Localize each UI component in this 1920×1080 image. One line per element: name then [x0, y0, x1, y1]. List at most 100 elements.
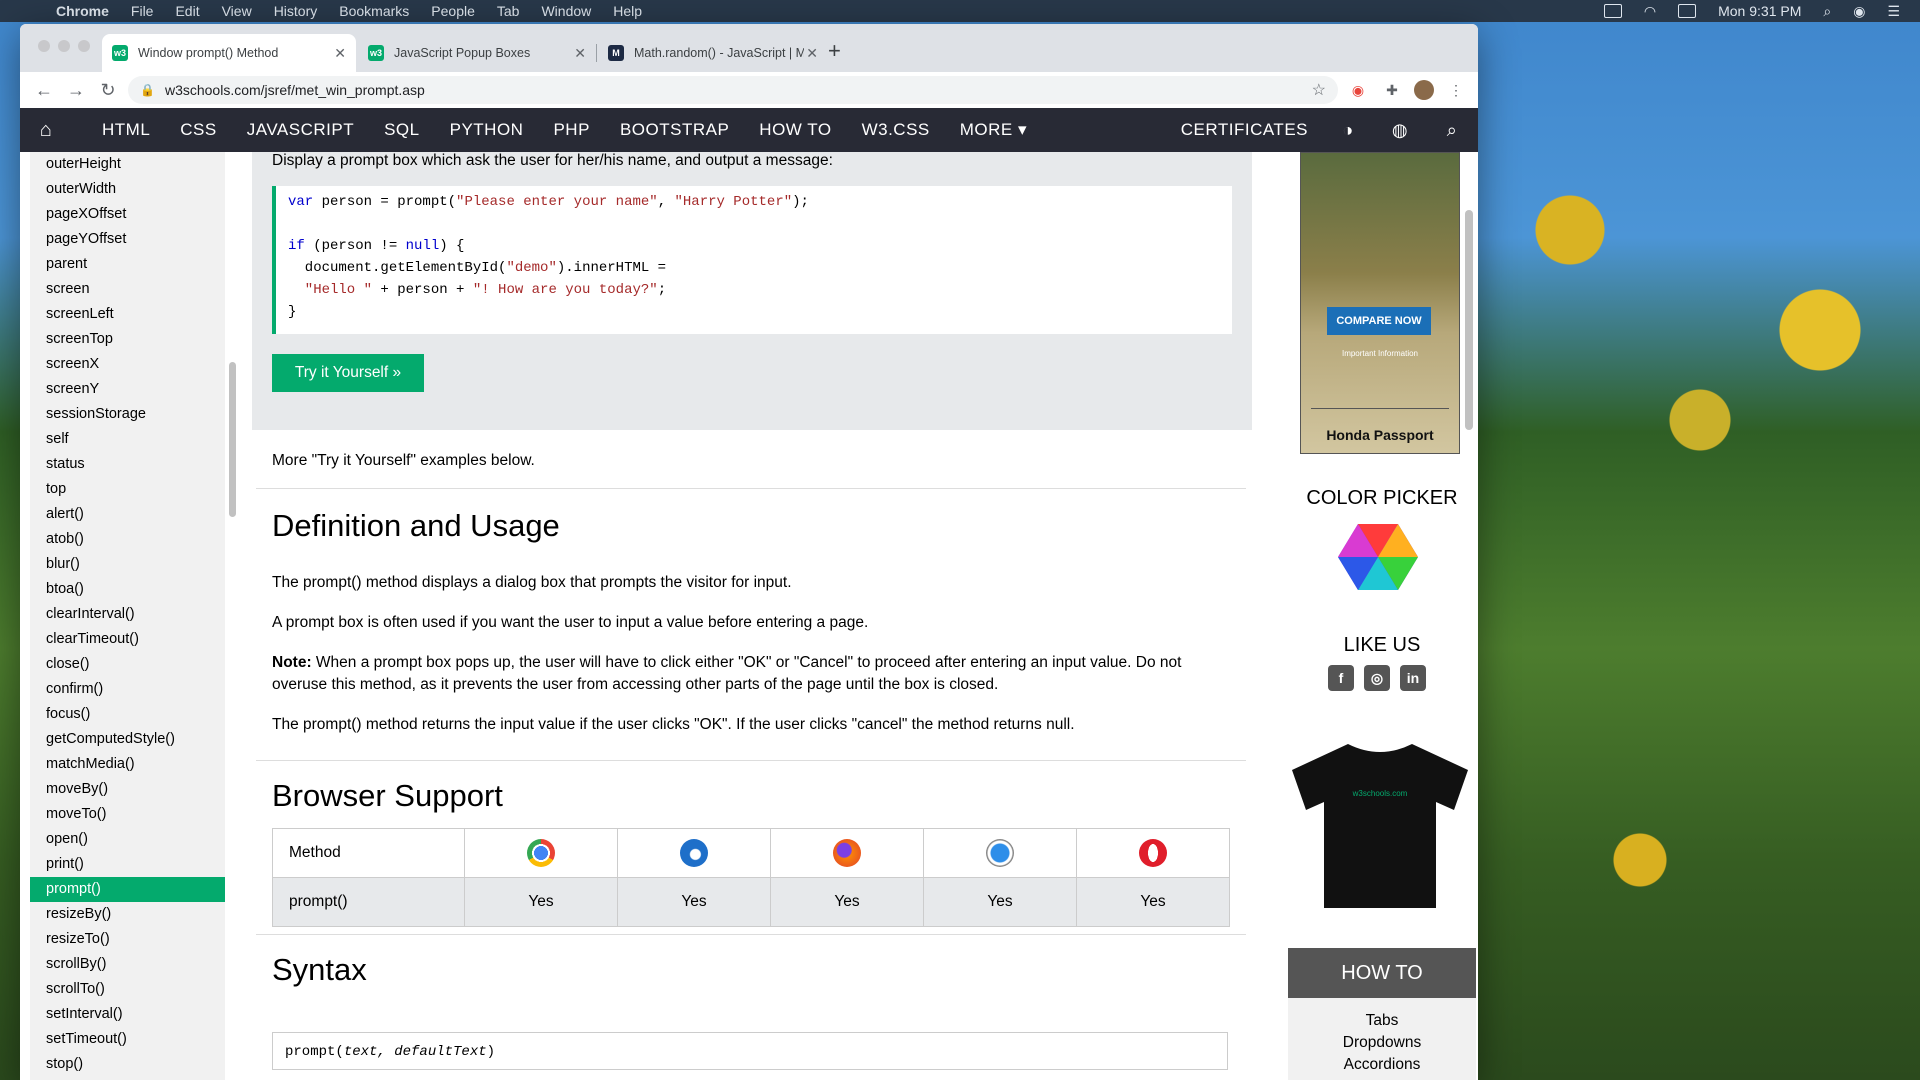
nav-how-to[interactable]: HOW TO [759, 120, 831, 140]
sidebar-item[interactable]: blur() [30, 552, 225, 577]
sidebar-item[interactable]: screen [30, 277, 225, 302]
tab-close-icon[interactable]: ✕ [806, 45, 818, 62]
tab-close-icon[interactable]: ✕ [334, 45, 346, 62]
sidebar-item[interactable]: prompt() [30, 877, 225, 902]
menu-history[interactable]: History [274, 3, 318, 19]
menu-help[interactable]: Help [613, 3, 642, 19]
nav-more[interactable]: MORE ▾ [960, 120, 1027, 140]
sidebar-item[interactable]: resizeTo() [30, 927, 225, 952]
notification-center-icon[interactable]: ☰ [1887, 3, 1900, 20]
sidebar-item[interactable]: getComputedStyle() [30, 727, 225, 752]
sidebar-item[interactable]: btoa() [30, 577, 225, 602]
menu-window[interactable]: Window [541, 3, 591, 19]
linkedin-icon[interactable]: in [1400, 665, 1426, 691]
extension-record-icon[interactable]: ◉ [1348, 80, 1368, 100]
tab-close-icon[interactable]: ✕ [574, 45, 586, 62]
sidebar-item[interactable]: screenLeft [30, 302, 225, 327]
sidebar-item[interactable]: screenTop [30, 327, 225, 352]
sidebar-item[interactable]: outerWidth [30, 177, 225, 202]
wifi-icon[interactable]: ◠ [1644, 3, 1656, 20]
sidebar-item[interactable]: stop() [30, 1052, 225, 1077]
address-url[interactable]: w3schools.com/jsref/met_win_prompt.asp [165, 82, 425, 98]
sidebar-item[interactable]: pageXOffset [30, 202, 225, 227]
nav-bootstrap[interactable]: BOOTSTRAP [620, 120, 729, 140]
menu-file[interactable]: File [131, 3, 154, 19]
sidebar-item[interactable]: moveTo() [30, 802, 225, 827]
ad-important-info[interactable]: Important Information [1301, 349, 1459, 358]
sidebar-item[interactable]: alert() [30, 502, 225, 527]
close-window-button[interactable] [38, 40, 50, 52]
sidebar-item[interactable]: clearInterval() [30, 602, 225, 627]
sidebar-item[interactable]: resizeBy() [30, 902, 225, 927]
new-tab-icon[interactable]: + [828, 38, 841, 64]
nav-html[interactable]: HTML [102, 120, 150, 140]
nav-w3css[interactable]: W3.CSS [862, 120, 930, 140]
sidebar-item[interactable]: atob() [30, 527, 225, 552]
search-icon[interactable]: ⌕ [1426, 120, 1478, 141]
bookmark-star-icon[interactable]: ☆ [1312, 80, 1326, 100]
nav-css[interactable]: CSS [180, 120, 216, 140]
spotlight-search-icon[interactable]: ⌕ [1823, 3, 1831, 20]
instagram-icon[interactable]: ◎ [1364, 665, 1390, 691]
sidebar-item[interactable]: focus() [30, 702, 225, 727]
howto-link-tabs[interactable]: Tabs [1288, 1010, 1476, 1032]
nav-certificates[interactable]: CERTIFICATES [1181, 120, 1308, 140]
sidebar-item[interactable]: confirm() [30, 677, 225, 702]
sidebar-item[interactable]: pageYOffset [30, 227, 225, 252]
sidebar-item[interactable]: clearTimeout() [30, 627, 225, 652]
ad-compare-button[interactable]: COMPARE NOW [1327, 307, 1431, 335]
color-picker-icon[interactable] [1338, 522, 1418, 592]
forward-icon[interactable]: → [60, 80, 92, 101]
nav-javascript[interactable]: JAVASCRIPT [247, 120, 354, 140]
sidebar-item[interactable]: open() [30, 827, 225, 852]
reload-icon[interactable]: ↻ [92, 80, 124, 101]
menu-view[interactable]: View [222, 3, 252, 19]
profile-avatar[interactable] [1414, 80, 1434, 100]
sidebar-item[interactable]: self [30, 427, 225, 452]
lock-icon[interactable]: 🔒 [140, 83, 155, 97]
sidebar-scrollbar[interactable] [229, 362, 236, 517]
nav-php[interactable]: PHP [553, 120, 589, 140]
menu-bookmarks[interactable]: Bookmarks [339, 3, 409, 19]
tab-window-prompt[interactable]: w3 Window prompt() Method ✕ [102, 34, 356, 72]
car-advertisement[interactable]: COMPARE NOW Important Information Honda … [1300, 152, 1460, 454]
minimize-window-button[interactable] [58, 40, 70, 52]
home-icon[interactable]: ⌂ [20, 119, 72, 142]
howto-link-dropdowns[interactable]: Dropdowns [1288, 1032, 1476, 1054]
sidebar-item[interactable]: parent [30, 252, 225, 277]
facebook-icon[interactable]: f [1328, 665, 1354, 691]
siri-icon[interactable]: ◉ [1853, 3, 1865, 20]
page-scrollbar[interactable] [1465, 210, 1473, 430]
dark-mode-icon[interactable]: ◑ [1322, 120, 1374, 141]
extensions-puzzle-icon[interactable]: ✚ [1382, 80, 1402, 100]
nav-python[interactable]: PYTHON [450, 120, 524, 140]
menu-clock[interactable]: Mon 9:31 PM [1718, 3, 1801, 19]
sidebar-item[interactable]: setTimeout() [30, 1027, 225, 1052]
sidebar-item[interactable]: scrollTo() [30, 977, 225, 1002]
sidebar-item[interactable]: scrollBy() [30, 952, 225, 977]
sidebar-item[interactable]: sessionStorage [30, 402, 225, 427]
nav-sql[interactable]: SQL [384, 120, 420, 140]
tshirt-image[interactable]: w3schools.com [1290, 736, 1470, 916]
sidebar-item[interactable]: status [30, 452, 225, 477]
sidebar-item[interactable]: setInterval() [30, 1002, 225, 1027]
back-icon[interactable]: ← [28, 80, 60, 101]
menu-app-name[interactable]: Chrome [56, 3, 109, 19]
menu-people[interactable]: People [431, 3, 475, 19]
sidebar-item[interactable]: outerHeight [30, 152, 225, 177]
sidebar-item[interactable]: matchMedia() [30, 752, 225, 777]
sidebar-item[interactable]: top [30, 477, 225, 502]
sidebar-item[interactable]: screenY [30, 377, 225, 402]
address-bar[interactable]: 🔒 w3schools.com/jsref/met_win_prompt.asp… [128, 76, 1338, 104]
sidebar-item[interactable]: moveBy() [30, 777, 225, 802]
howto-link-accordions[interactable]: Accordions [1288, 1054, 1476, 1076]
chrome-menu-icon[interactable]: ⋮ [1446, 80, 1466, 100]
sidebar-item[interactable]: screenX [30, 352, 225, 377]
globe-icon[interactable]: ◍ [1374, 120, 1426, 141]
tab-math-random[interactable]: M Math.random() - JavaScript | M ✕ [598, 34, 828, 72]
sidebar-item[interactable]: print() [30, 852, 225, 877]
tab-popup-boxes[interactable]: w3 JavaScript Popup Boxes ✕ [358, 34, 596, 72]
try-it-yourself-button[interactable]: Try it Yourself » [272, 354, 424, 392]
menu-tab[interactable]: Tab [497, 3, 520, 19]
zoom-window-button[interactable] [78, 40, 90, 52]
